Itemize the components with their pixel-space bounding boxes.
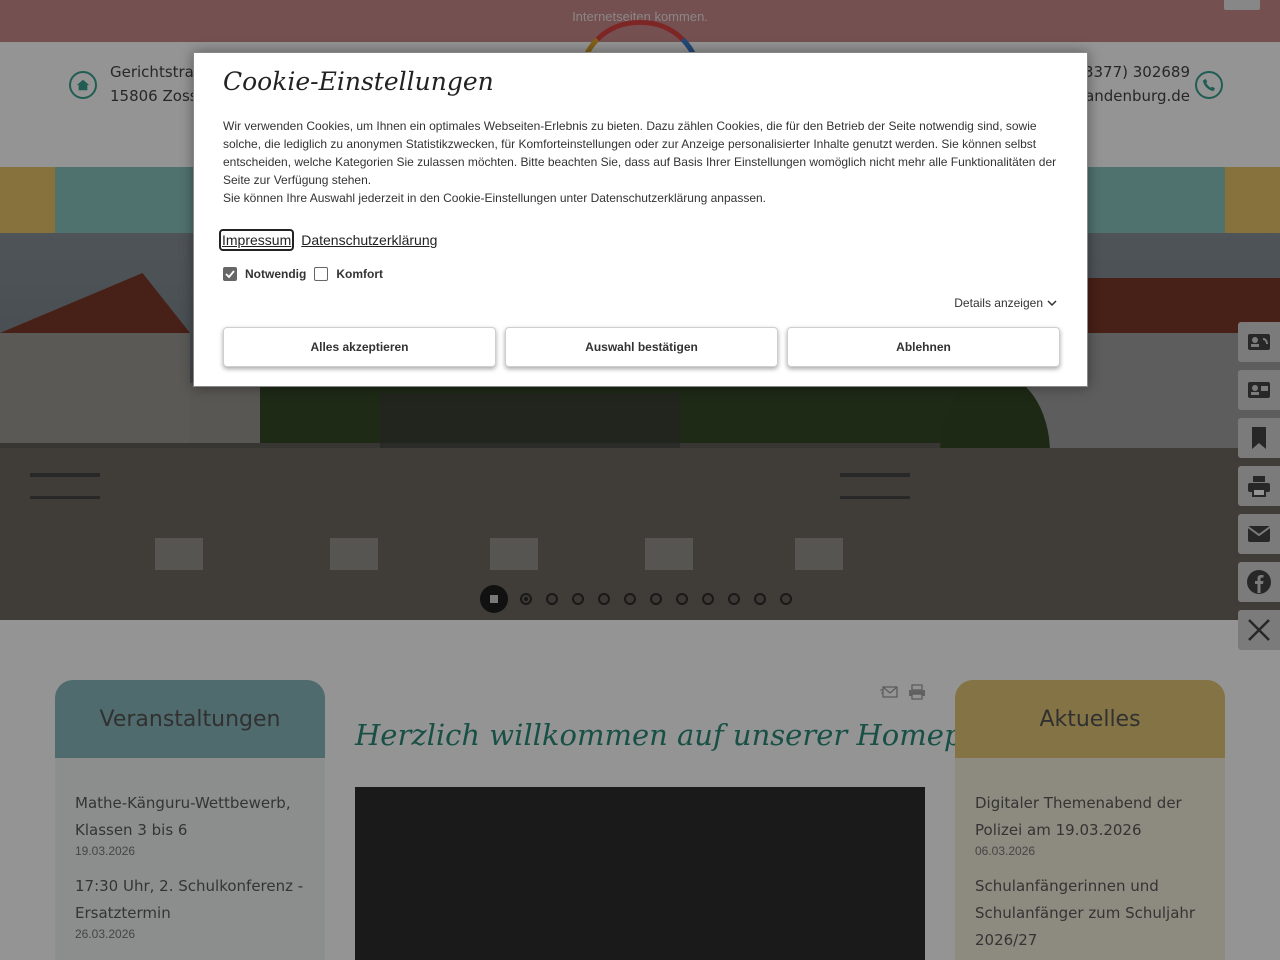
comfort-checkbox[interactable] bbox=[314, 267, 329, 281]
necessary-checkbox[interactable] bbox=[223, 267, 237, 281]
privacy-link[interactable]: Datenschutzerklärung bbox=[300, 231, 438, 249]
cookie-dialog-title: Cookie-Einstellungen bbox=[223, 67, 494, 96]
imprint-link[interactable]: Impressum bbox=[218, 229, 295, 251]
decline-button[interactable]: Ablehnen bbox=[787, 327, 1060, 367]
cookie-description: Wir verwenden Cookies, um Ihnen ein opti… bbox=[223, 119, 1057, 187]
checkmark-icon bbox=[225, 270, 235, 279]
chevron-down-icon bbox=[1047, 300, 1057, 307]
details-label: Details anzeigen bbox=[954, 296, 1043, 310]
cookie-links: Impressum Datenschutzerklärung bbox=[218, 229, 438, 251]
necessary-label: Notwendig bbox=[245, 267, 307, 281]
details-toggle[interactable]: Details anzeigen bbox=[954, 296, 1057, 310]
cookie-dialog: Cookie-Einstellungen Wir verwenden Cooki… bbox=[193, 52, 1088, 387]
accept-all-button[interactable]: Alles akzeptieren bbox=[223, 327, 496, 367]
cookie-buttons: Alles akzeptieren Auswahl bestätigen Abl… bbox=[223, 327, 1060, 367]
confirm-selection-button[interactable]: Auswahl bestätigen bbox=[505, 327, 778, 367]
cookie-categories: Notwendig Komfort bbox=[223, 267, 391, 281]
comfort-label: Komfort bbox=[336, 267, 383, 281]
cookie-description-2: Sie können Ihre Auswahl jederzeit in den… bbox=[223, 191, 767, 205]
